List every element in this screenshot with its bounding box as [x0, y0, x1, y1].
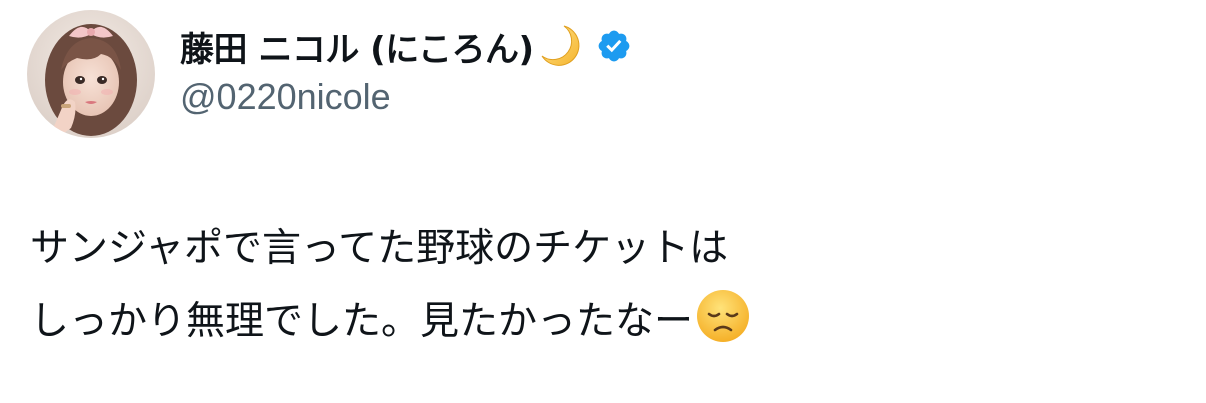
verified-badge-icon[interactable]: [596, 28, 632, 64]
disappointed-face-icon: [695, 288, 751, 344]
tweet-line-2-text: しっかり無理でした。見たかったなー: [30, 299, 694, 344]
crescent-moon-icon: [536, 22, 584, 70]
author-name-row: 藤田 ニコル (にころん): [180, 22, 632, 70]
profile-photo-icon: [27, 10, 155, 138]
tweet-line-2: しっかり無理でした。見たかったなー: [30, 285, 1180, 358]
display-name[interactable]: 藤田 ニコル (にころん): [180, 22, 534, 71]
tweet-card: 藤田 ニコル (にころん) @0220nicole サンジャポで言ってた野球のチ…: [0, 0, 1206, 403]
avatar[interactable]: [27, 10, 155, 138]
tweet-line-1: サンジャポで言ってた野球のチケットは: [30, 226, 729, 271]
tweet-text: サンジャポで言ってた野球のチケットは しっかり無理でした。見たかったなー: [30, 212, 1180, 358]
user-handle[interactable]: @0220nicole: [180, 76, 391, 118]
